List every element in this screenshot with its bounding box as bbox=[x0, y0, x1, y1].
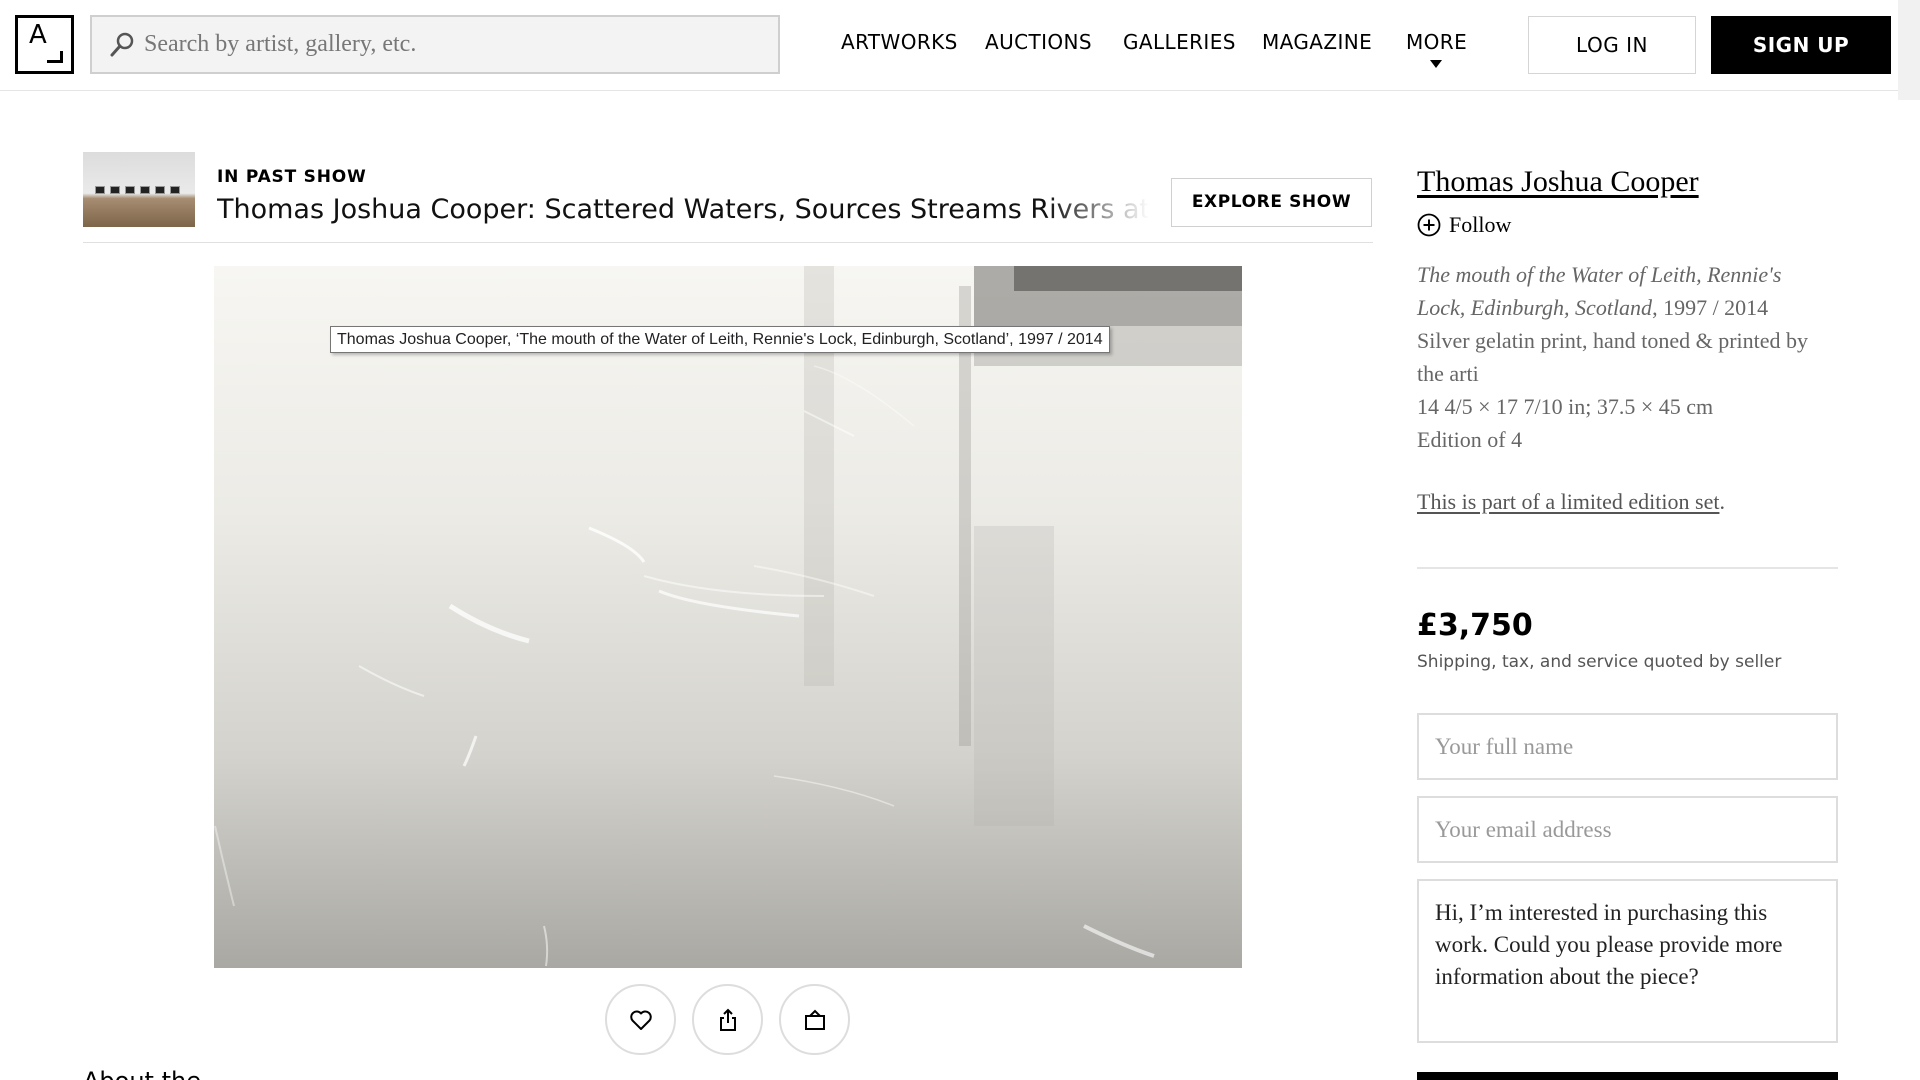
thumb-frame bbox=[140, 186, 150, 194]
thumb-frame bbox=[170, 186, 180, 194]
sign-up-button[interactable]: SIGN UP bbox=[1711, 16, 1891, 74]
search-input[interactable] bbox=[144, 17, 764, 72]
full-name-input[interactable] bbox=[1417, 713, 1838, 780]
logo-corner-mark bbox=[47, 51, 63, 63]
send-inquiry-button[interactable] bbox=[1417, 1072, 1838, 1080]
price: £3,750 bbox=[1417, 608, 1533, 643]
thumb-frame bbox=[125, 186, 135, 194]
about-work-heading: About the work bbox=[83, 1066, 263, 1080]
image-tooltip: Thomas Joshua Cooper, ‘The mouth of the … bbox=[330, 326, 1110, 353]
limited-edition-link[interactable]: This is part of a limited edition set bbox=[1417, 489, 1719, 514]
divider bbox=[83, 242, 1373, 243]
caret-down-icon[interactable] bbox=[1430, 60, 1442, 68]
artwork-edition: Edition of 4 bbox=[1417, 427, 1523, 452]
thumb-frame bbox=[155, 186, 165, 194]
view-in-room-icon bbox=[805, 1009, 825, 1030]
thumb-frame bbox=[95, 186, 105, 194]
email-input[interactable] bbox=[1417, 796, 1838, 863]
top-navigation-bar: A ARTWORKS AUCTIONS GALLERIES MAGAZINE M… bbox=[0, 0, 1920, 91]
limited-edition-note: This is part of a limited edition set. bbox=[1417, 489, 1725, 515]
show-thumbnail[interactable] bbox=[83, 152, 195, 227]
nav-artworks[interactable]: ARTWORKS bbox=[841, 30, 958, 54]
logo-letter: A bbox=[29, 20, 47, 50]
nav-more[interactable]: MORE bbox=[1406, 30, 1467, 54]
share-artwork-button[interactable] bbox=[692, 984, 763, 1055]
price-note: Shipping, tax, and service quoted by sel… bbox=[1417, 652, 1782, 672]
artwork-dimensions: 14 4/5 × 17 7/10 in; 37.5 × 45 cm bbox=[1417, 394, 1714, 419]
title-fade-overlay bbox=[1047, 190, 1167, 230]
artist-name-link[interactable]: Thomas Joshua Cooper bbox=[1417, 165, 1699, 199]
nav-auctions[interactable]: AUCTIONS bbox=[985, 30, 1092, 54]
save-artwork-button[interactable] bbox=[605, 984, 676, 1055]
thumb-frame bbox=[110, 186, 120, 194]
message-textarea[interactable]: Hi, I’m interested in purchasing this wo… bbox=[1417, 879, 1838, 1043]
share-icon bbox=[720, 1008, 736, 1031]
show-title[interactable]: Thomas Joshua Cooper: Scattered Waters, … bbox=[217, 190, 1167, 230]
log-in-button[interactable]: LOG IN bbox=[1528, 16, 1696, 74]
artwork-details: The mouth of the Water of Leith, Rennie'… bbox=[1417, 258, 1827, 456]
heart-icon bbox=[630, 1010, 652, 1030]
scrollbar-thumb[interactable] bbox=[1898, 0, 1920, 100]
show-kicker: IN PAST SHOW bbox=[217, 167, 367, 187]
artwork-date: , 1997 / 2014 bbox=[1652, 295, 1769, 320]
nav-galleries[interactable]: GALLERIES bbox=[1123, 30, 1236, 54]
artsy-logo[interactable]: A bbox=[15, 15, 74, 74]
artwork-title-line: The mouth of the Water of Leith, Rennie'… bbox=[1417, 258, 1827, 324]
show-title-container[interactable]: Thomas Joshua Cooper: Scattered Waters, … bbox=[217, 190, 1167, 230]
divider bbox=[1417, 567, 1838, 569]
search-box[interactable] bbox=[90, 15, 780, 74]
artwork-image[interactable] bbox=[214, 266, 1242, 968]
artwork-texture bbox=[214, 266, 1242, 967]
artwork-medium: Silver gelatin print, hand toned & print… bbox=[1417, 328, 1809, 386]
plus-circle-icon bbox=[1417, 213, 1441, 237]
view-in-room-button[interactable] bbox=[779, 984, 850, 1055]
follow-label: Follow bbox=[1449, 212, 1512, 237]
explore-show-button[interactable]: EXPLORE SHOW bbox=[1171, 178, 1372, 227]
search-icon bbox=[110, 32, 134, 57]
nav-magazine[interactable]: MAGAZINE bbox=[1262, 30, 1372, 54]
limited-suffix: . bbox=[1719, 489, 1725, 514]
